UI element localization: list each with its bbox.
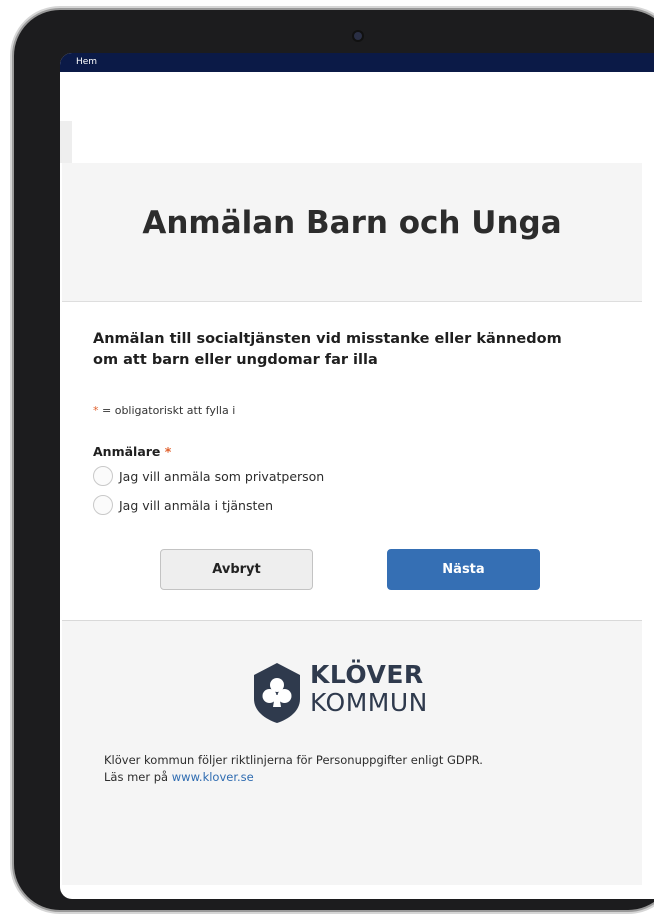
radio-button-service[interactable] [93,495,113,515]
page-header: Anmälan Barn och Unga [62,163,642,302]
camera-icon [354,32,362,40]
clover-shield-icon [254,663,300,723]
tablet-frame: Hem Anmälan Barn och Unga Anmälan till s… [14,10,654,910]
reporter-label: Anmälare * [93,444,171,459]
reporter-required-star: * [164,444,172,459]
read-more-prefix: Läs mer på [104,770,172,784]
radio-label-private[interactable]: Jag vill anmäla som privatperson [119,469,324,484]
top-nav-bar: Hem [60,53,654,72]
gdpr-text: Klöver kommun följer riktlinjerna för Pe… [104,753,483,767]
logo-line2: KOMMUN [310,688,428,717]
cancel-button[interactable]: Avbryt [160,549,313,590]
next-button[interactable]: Nästa [387,549,540,590]
logo-text: KLÖVER KOMMUN [310,661,428,717]
form-intro-line1: Anmälan till socialtjänsten vid misstank… [93,331,562,347]
footer: KLÖVER KOMMUN Klöver kommun följer riktl… [62,621,642,885]
form-intro: Anmälan till socialtjänsten vid misstank… [93,329,613,371]
report-form: Anmälan till socialtjänsten vid misstank… [93,329,613,515]
reporter-label-text: Anmälare [93,444,161,459]
radio-button-private[interactable] [93,466,113,486]
page-title: Anmälan Barn och Unga [142,205,562,241]
form-intro-line2: om att barn eller ungdomar far illa [93,352,378,368]
required-note-text: = obligatoriskt att fylla i [98,404,236,417]
home-link[interactable]: Hem [76,57,97,67]
radio-option-private[interactable]: Jag vill anmäla som privatperson [93,465,324,487]
radio-option-service[interactable]: Jag vill anmäla i tjänsten [93,494,273,516]
required-note: * = obligatoriskt att fylla i [93,404,235,417]
radio-label-service[interactable]: Jag vill anmäla i tjänsten [119,498,273,513]
footer-text: Klöver kommun följer riktlinjerna för Pe… [104,752,483,786]
read-more-line: Läs mer på www.klover.se [104,769,483,786]
municipality-logo: KLÖVER KOMMUN [250,661,450,725]
website-link[interactable]: www.klover.se [172,770,254,784]
logo-line1: KLÖVER [310,660,424,689]
screen: Hem Anmälan Barn och Unga Anmälan till s… [60,53,654,899]
side-tab [60,121,72,163]
